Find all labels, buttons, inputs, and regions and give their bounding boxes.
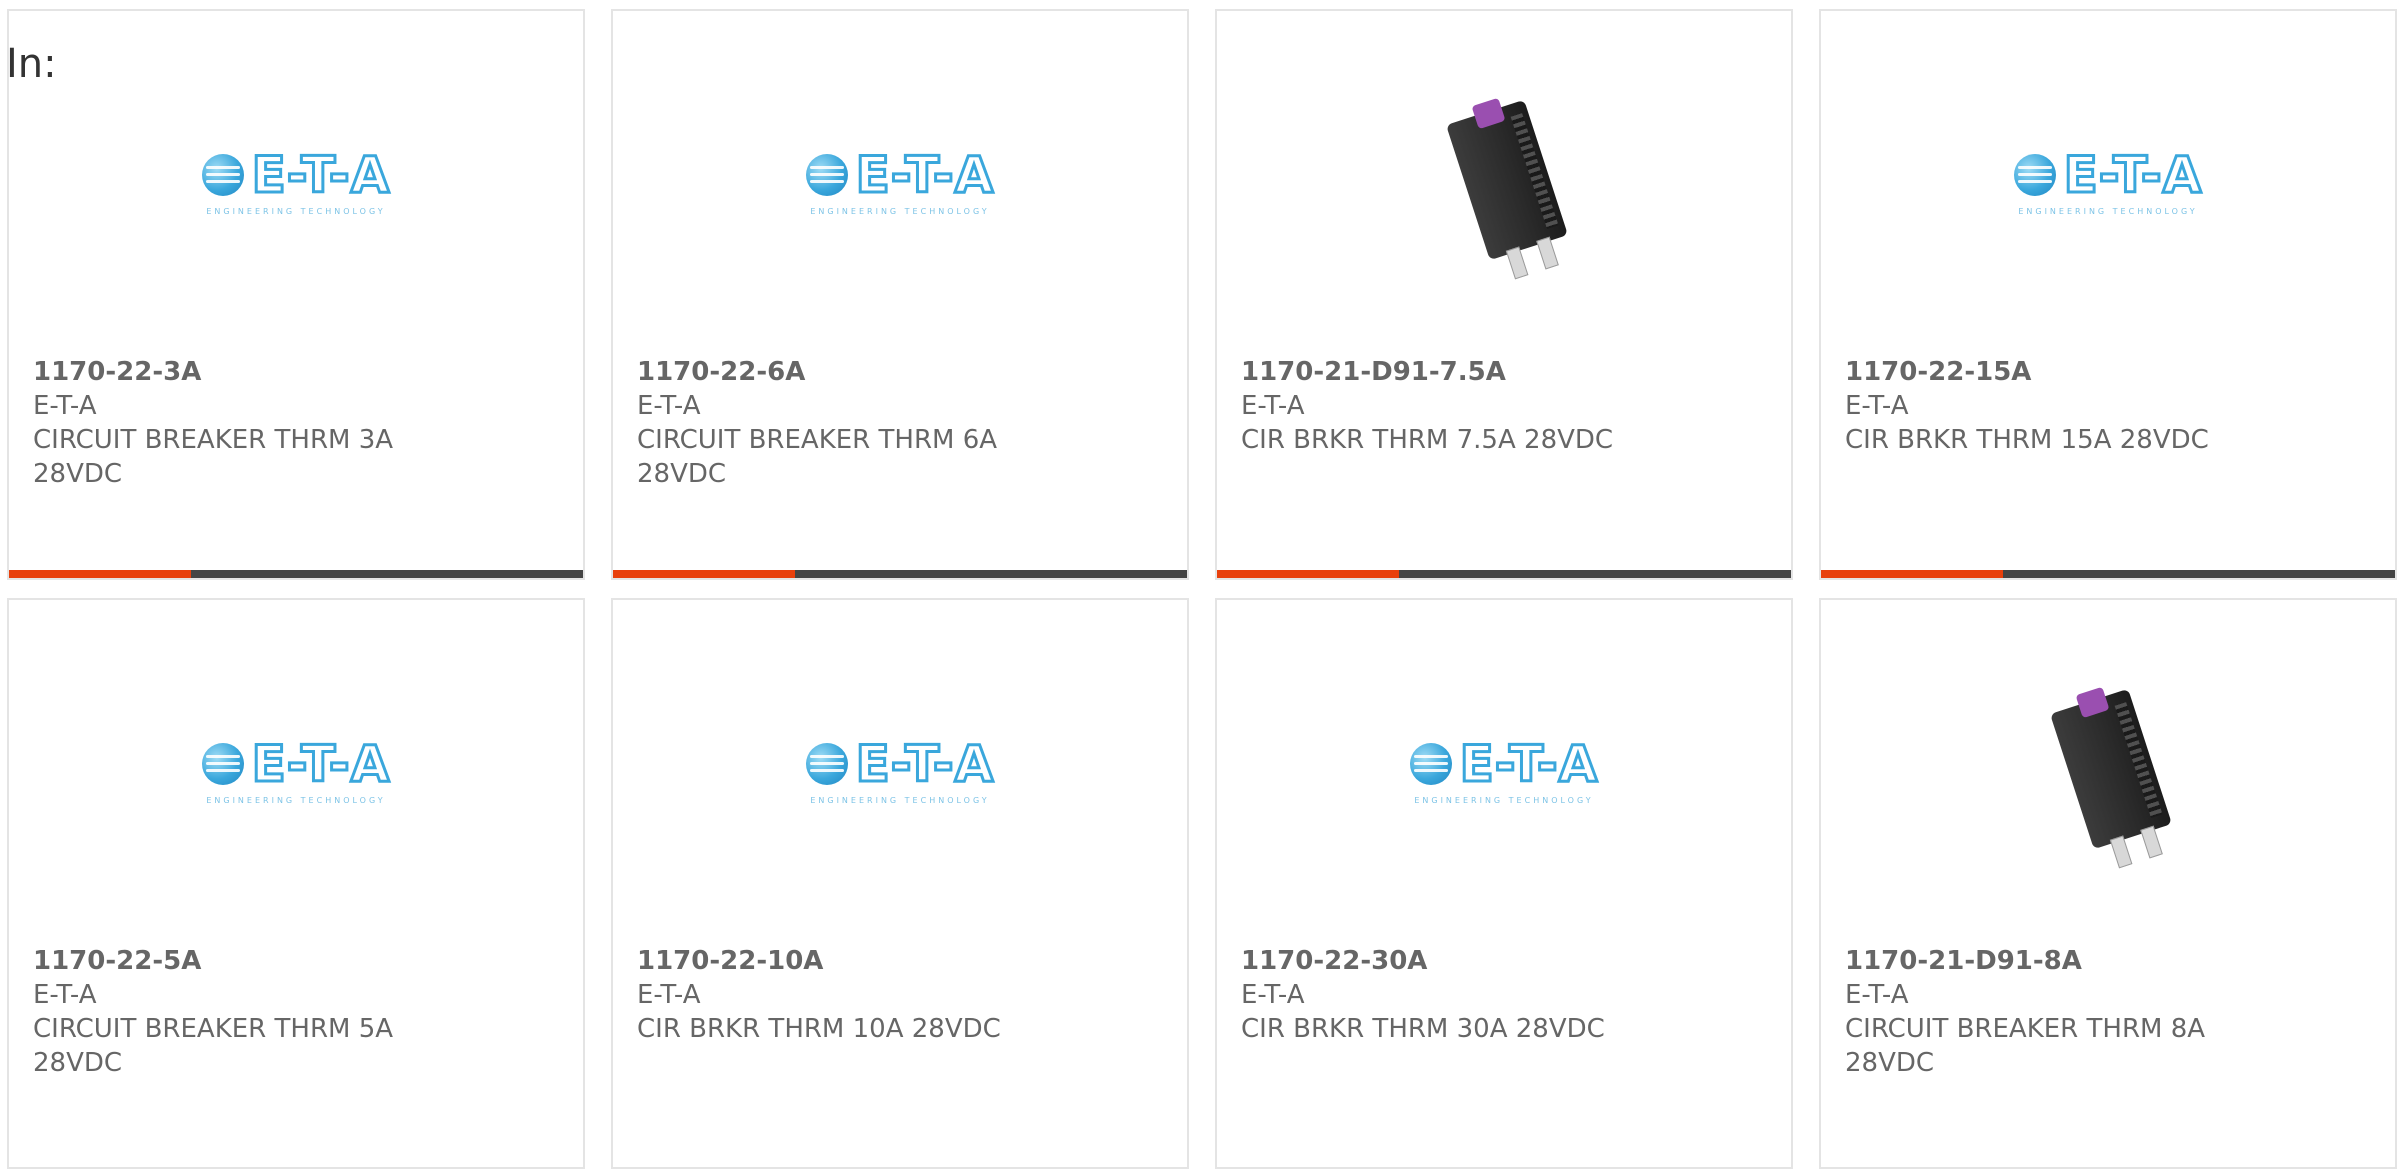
logo-text: E-T-A bbox=[250, 734, 391, 793]
product-image[interactable]: E-T-A ENGINEERING TECHNOLOGY bbox=[1217, 660, 1791, 880]
card-bottom-bar bbox=[1217, 570, 1791, 578]
part-number[interactable]: 1170-22-5A bbox=[33, 944, 559, 978]
brand-name: E-T-A bbox=[1845, 391, 1909, 421]
card-bottom-bar bbox=[1821, 570, 2395, 578]
product-description: CIRCUIT BREAKER THRM 8A 28VDC bbox=[1845, 1014, 2206, 1078]
part-number[interactable]: 1170-22-15A bbox=[1845, 355, 2371, 389]
brand-name: E-T-A bbox=[1845, 980, 1909, 1010]
brand-name: E-T-A bbox=[1241, 980, 1305, 1010]
card-bottom-bar bbox=[9, 570, 583, 578]
eta-logo-icon: E-T-A ENGINEERING TECHNOLOGY bbox=[805, 734, 995, 805]
product-image[interactable]: E-T-A ENGINEERING TECHNOLOGY bbox=[9, 660, 583, 880]
eta-logo-icon: E-T-A ENGINEERING TECHNOLOGY bbox=[201, 145, 391, 216]
logo-text: E-T-A bbox=[2062, 145, 2203, 204]
circuit-breaker-photo bbox=[1404, 81, 1604, 281]
product-card[interactable]: E-T-A ENGINEERING TECHNOLOGY 1170-22-6A … bbox=[611, 9, 1189, 580]
part-number[interactable]: 1170-22-3A bbox=[33, 355, 559, 389]
logo-text: E-T-A bbox=[854, 145, 995, 204]
part-number[interactable]: 1170-22-10A bbox=[637, 944, 1163, 978]
circuit-breaker-photo bbox=[2008, 670, 2208, 870]
logo-subtitle: ENGINEERING TECHNOLOGY bbox=[206, 795, 386, 805]
logo-subtitle: ENGINEERING TECHNOLOGY bbox=[810, 206, 990, 216]
product-image[interactable] bbox=[1217, 71, 1791, 291]
eta-logo-icon: E-T-A ENGINEERING TECHNOLOGY bbox=[201, 734, 391, 805]
product-description: CIR BRKR THRM 30A 28VDC bbox=[1241, 1014, 1605, 1044]
logo-subtitle: ENGINEERING TECHNOLOGY bbox=[206, 206, 386, 216]
product-image[interactable]: E-T-A ENGINEERING TECHNOLOGY bbox=[613, 660, 1187, 880]
logo-text: E-T-A bbox=[250, 145, 391, 204]
product-description: CIRCUIT BREAKER THRM 6A 28VDC bbox=[637, 425, 998, 489]
product-card[interactable]: E-T-A ENGINEERING TECHNOLOGY 1170-22-15A… bbox=[1819, 9, 2397, 580]
product-image[interactable]: E-T-A ENGINEERING TECHNOLOGY bbox=[613, 71, 1187, 291]
product-card[interactable]: E-T-A ENGINEERING TECHNOLOGY 1170-22-3A … bbox=[7, 9, 585, 580]
in-label: In: bbox=[6, 41, 57, 87]
part-number[interactable]: 1170-21-D91-8A bbox=[1845, 944, 2371, 978]
product-image[interactable]: E-T-A ENGINEERING TECHNOLOGY bbox=[9, 71, 583, 291]
eta-logo-icon: E-T-A ENGINEERING TECHNOLOGY bbox=[1409, 734, 1599, 805]
product-image[interactable]: E-T-A ENGINEERING TECHNOLOGY bbox=[1821, 71, 2395, 291]
product-description: CIRCUIT BREAKER THRM 3A 28VDC bbox=[33, 425, 394, 489]
product-description: CIR BRKR THRM 10A 28VDC bbox=[637, 1014, 1001, 1044]
logo-subtitle: ENGINEERING TECHNOLOGY bbox=[2018, 206, 2198, 216]
eta-logo-icon: E-T-A ENGINEERING TECHNOLOGY bbox=[2013, 145, 2203, 216]
logo-text: E-T-A bbox=[1458, 734, 1599, 793]
logo-text: E-T-A bbox=[854, 734, 995, 793]
brand-name: E-T-A bbox=[637, 980, 701, 1010]
product-card[interactable]: E-T-A ENGINEERING TECHNOLOGY 1170-22-30A… bbox=[1215, 598, 1793, 1169]
product-grid: E-T-A ENGINEERING TECHNOLOGY 1170-22-3A … bbox=[0, 0, 2400, 1169]
brand-name: E-T-A bbox=[1241, 391, 1305, 421]
product-card[interactable]: E-T-A ENGINEERING TECHNOLOGY 1170-22-5A … bbox=[7, 598, 585, 1169]
product-description: CIR BRKR THRM 15A 28VDC bbox=[1845, 425, 2209, 455]
product-card[interactable]: 1170-21-D91-8A E-T-A CIRCUIT BREAKER THR… bbox=[1819, 598, 2397, 1169]
card-bottom-bar bbox=[613, 570, 1187, 578]
brand-name: E-T-A bbox=[637, 391, 701, 421]
product-card[interactable]: E-T-A ENGINEERING TECHNOLOGY 1170-22-10A… bbox=[611, 598, 1189, 1169]
logo-subtitle: ENGINEERING TECHNOLOGY bbox=[1414, 795, 1594, 805]
part-number[interactable]: 1170-22-30A bbox=[1241, 944, 1767, 978]
brand-name: E-T-A bbox=[33, 391, 97, 421]
brand-name: E-T-A bbox=[33, 980, 97, 1010]
eta-logo-icon: E-T-A ENGINEERING TECHNOLOGY bbox=[805, 145, 995, 216]
product-card[interactable]: 1170-21-D91-7.5A E-T-A CIR BRKR THRM 7.5… bbox=[1215, 9, 1793, 580]
product-image[interactable] bbox=[1821, 660, 2395, 880]
logo-subtitle: ENGINEERING TECHNOLOGY bbox=[810, 795, 990, 805]
part-number[interactable]: 1170-22-6A bbox=[637, 355, 1163, 389]
product-description: CIRCUIT BREAKER THRM 5A 28VDC bbox=[33, 1014, 394, 1078]
part-number[interactable]: 1170-21-D91-7.5A bbox=[1241, 355, 1767, 389]
product-description: CIR BRKR THRM 7.5A 28VDC bbox=[1241, 425, 1614, 455]
